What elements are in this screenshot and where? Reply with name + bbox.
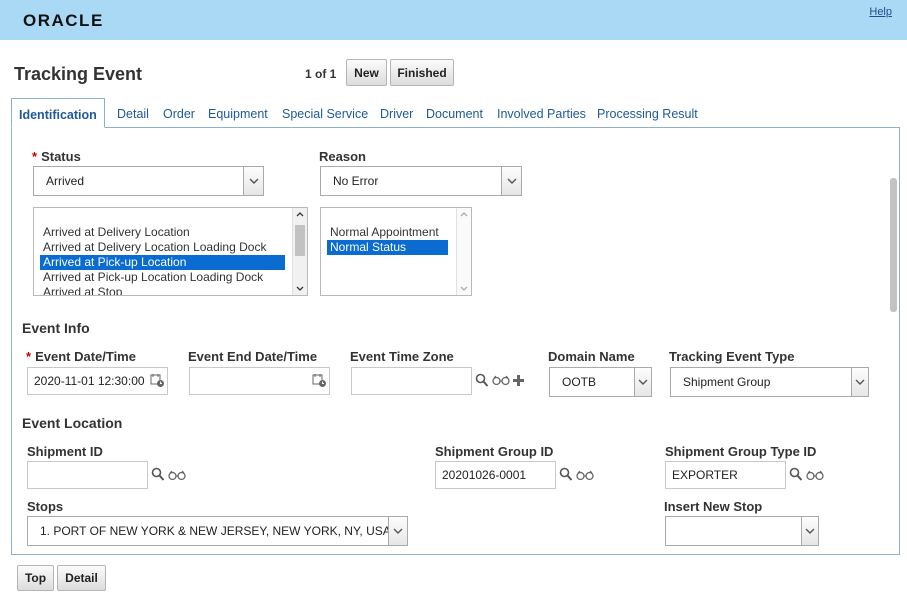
tab-involved-parties[interactable]: Involved Parties <box>497 98 586 128</box>
search-icon[interactable] <box>475 373 489 388</box>
status-select[interactable]: Arrived <box>33 166 264 196</box>
binoculars-icon[interactable] <box>492 375 510 386</box>
chevron-down-icon[interactable] <box>851 368 868 396</box>
chevron-down-icon[interactable] <box>634 368 651 396</box>
scroll-down-icon <box>460 286 468 291</box>
stops-select[interactable]: 1. PORT OF NEW YORK & NEW JERSEY, NEW YO… <box>27 516 408 546</box>
shipment-group-type-id-label: Shipment Group Type ID <box>665 444 817 459</box>
event-datetime-label: * Event Date/Time <box>26 349 136 364</box>
reason-select-value: No Error <box>333 174 379 188</box>
chevron-down-icon[interactable] <box>388 517 407 545</box>
calendar-clock-icon[interactable] <box>312 373 327 388</box>
stops-label: Stops <box>27 499 64 514</box>
shipment-group-id-label: Shipment Group ID <box>435 444 554 459</box>
shipment-group-id-input[interactable]: 20201026-0001 <box>435 461 556 489</box>
reason-select[interactable]: No Error <box>320 166 522 196</box>
event-end-datetime-label: Event End Date/Time <box>188 349 318 364</box>
insert-new-stop-select[interactable] <box>665 516 819 546</box>
insert-new-stop-label: Insert New Stop <box>664 499 763 514</box>
top-banner <box>0 0 907 40</box>
tab-identification[interactable]: Identification <box>11 98 105 128</box>
chevron-down-icon[interactable] <box>243 167 263 195</box>
list-item-selected[interactable]: Arrived at Pick-up Location <box>40 255 285 270</box>
domain-name-label: Domain Name <box>548 349 635 364</box>
tab-special-service[interactable]: Special Service <box>282 98 368 128</box>
tracking-event-type-select[interactable]: Shipment Group <box>670 367 869 397</box>
detail-button[interactable]: Detail <box>57 565 106 591</box>
tab-document[interactable]: Document <box>426 98 483 128</box>
status-select-value: Arrived <box>46 174 85 188</box>
list-item[interactable]: Arrived at Delivery Location <box>40 225 190 240</box>
binoculars-icon[interactable] <box>806 470 824 481</box>
reason-listbox[interactable]: Normal Appointment Normal Status <box>320 207 472 296</box>
scroll-up-icon <box>460 212 468 217</box>
reason-listbox-scrollbar[interactable] <box>456 208 471 295</box>
reason-label: Reason <box>319 149 366 164</box>
record-pager: 1 of 1 <box>305 67 337 81</box>
status-listbox-scrollbar[interactable] <box>292 208 307 295</box>
shipment-id-label: Shipment ID <box>27 444 103 459</box>
event-info-heading: Event Info <box>22 320 90 336</box>
tracking-event-type-label: Tracking Event Type <box>669 349 795 364</box>
event-datetime-input[interactable]: 2020-11-01 12:30:00 <box>27 367 168 395</box>
top-button[interactable]: Top <box>17 565 54 591</box>
tab-equipment[interactable]: Equipment <box>208 98 268 128</box>
event-time-zone-label: Event Time Zone <box>350 349 454 364</box>
tab-driver[interactable]: Driver <box>380 98 413 128</box>
search-icon[interactable] <box>559 467 573 482</box>
add-icon[interactable] <box>512 374 525 387</box>
page-title: Tracking Event <box>14 64 143 84</box>
shipment-id-input[interactable] <box>27 461 148 489</box>
calendar-clock-icon[interactable] <box>150 373 165 388</box>
chevron-down-icon[interactable] <box>801 517 818 545</box>
tab-order[interactable]: Order <box>163 98 195 128</box>
status-label: * Status <box>32 149 81 164</box>
binoculars-icon[interactable] <box>168 470 186 481</box>
help-link[interactable]: Help <box>869 6 892 18</box>
list-item-selected[interactable]: Normal Status <box>327 240 448 255</box>
scroll-up-icon <box>296 212 304 217</box>
event-end-datetime-input[interactable] <box>189 367 330 395</box>
list-item[interactable]: Arrived at Stop <box>40 285 122 295</box>
list-item[interactable]: Normal Appointment <box>327 225 439 240</box>
panel-scrollbar-thumb[interactable] <box>890 178 897 312</box>
binoculars-icon[interactable] <box>576 470 594 481</box>
search-icon[interactable] <box>151 467 165 482</box>
event-location-heading: Event Location <box>22 415 123 431</box>
status-listbox[interactable]: Arrived at Delivery Location Arrived at … <box>33 207 308 296</box>
domain-name-select[interactable]: OOTB <box>549 367 652 397</box>
new-button[interactable]: New <box>346 59 387 86</box>
search-icon[interactable] <box>789 467 803 482</box>
chevron-down-icon[interactable] <box>501 167 521 195</box>
event-time-zone-input[interactable] <box>351 367 472 395</box>
scroll-down-icon <box>296 286 304 291</box>
list-item[interactable]: Arrived at Pick-up Location Loading Dock <box>40 270 263 285</box>
finished-button[interactable]: Finished <box>390 59 454 86</box>
scrollbar-thumb[interactable] <box>295 225 305 256</box>
tab-processing-result[interactable]: Processing Result <box>597 98 698 128</box>
list-item[interactable]: Arrived at Delivery Location Loading Doc… <box>40 240 266 255</box>
oracle-logo: ORACLE <box>23 11 104 30</box>
tab-detail[interactable]: Detail <box>117 98 149 128</box>
tab-bar: Identification Detail Order Equipment Sp… <box>11 98 900 128</box>
shipment-group-type-id-input[interactable]: EXPORTER <box>665 461 786 489</box>
